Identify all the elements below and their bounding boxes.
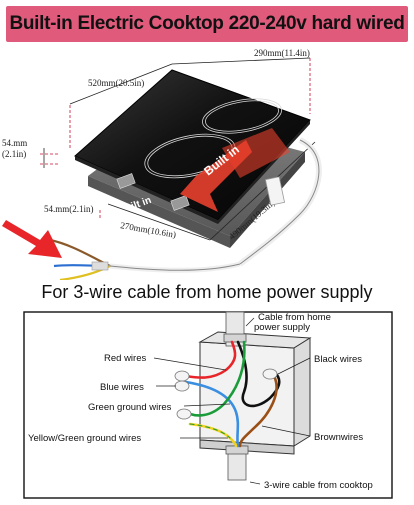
dim-depth-left: 54.mm(2.1in) bbox=[44, 204, 94, 214]
label-cable-home-line2: power supply bbox=[254, 322, 310, 333]
label-blue-wires: Blue wires bbox=[100, 382, 144, 393]
cooktop-illustration: Built in Built in 520mm(20.5in) 290mm(11… bbox=[2, 48, 322, 282]
junction-box bbox=[198, 331, 312, 455]
label-brown-wires: Brownwires bbox=[314, 432, 363, 443]
wiring-diagram: Cable from home power supply Red wires B… bbox=[0, 306, 414, 500]
conduit-bottom bbox=[225, 445, 249, 481]
label-black-wires: Black wires bbox=[314, 354, 362, 365]
label-green-ground: Green ground wires bbox=[88, 402, 172, 413]
wire-nut-blue bbox=[174, 380, 190, 392]
dim-height: 54.mm bbox=[2, 138, 27, 148]
conduit-top bbox=[223, 311, 247, 347]
label-cable-cooktop: 3-wire cable from cooktop bbox=[264, 480, 373, 491]
wire-nut-green bbox=[176, 408, 192, 420]
label-cable-home: Cable from home power supply bbox=[254, 312, 334, 333]
wire-nut-red bbox=[174, 370, 190, 382]
cooktop-diagram: Built in Built in 520mm(20.5in) 290mm(11… bbox=[0, 44, 414, 282]
wiring-illustration: Cable from home power supply Red wires B… bbox=[23, 311, 393, 499]
label-red-wires: Red wires bbox=[104, 353, 146, 364]
wire-ends bbox=[49, 238, 111, 282]
title-banner: Built-in Electric Cooktop 220-240v hard … bbox=[6, 6, 408, 42]
banner-title: Built-in Electric Cooktop 220-240v hard … bbox=[9, 13, 405, 34]
dim-width-front: 520mm(20.5in) bbox=[88, 78, 144, 88]
dim-width-back: 290mm(11.4in) bbox=[254, 48, 310, 58]
label-yellow-green: Yellow/Green ground wires bbox=[28, 433, 141, 444]
arrow-icon bbox=[2, 220, 62, 258]
wiring-subtitle: For 3-wire cable from home power supply bbox=[41, 282, 373, 302]
dim-depth-front: 270mm(10.6in) bbox=[120, 220, 177, 240]
dim-height-in: (2.1in) bbox=[2, 149, 26, 159]
wire-nut-black bbox=[262, 368, 278, 380]
